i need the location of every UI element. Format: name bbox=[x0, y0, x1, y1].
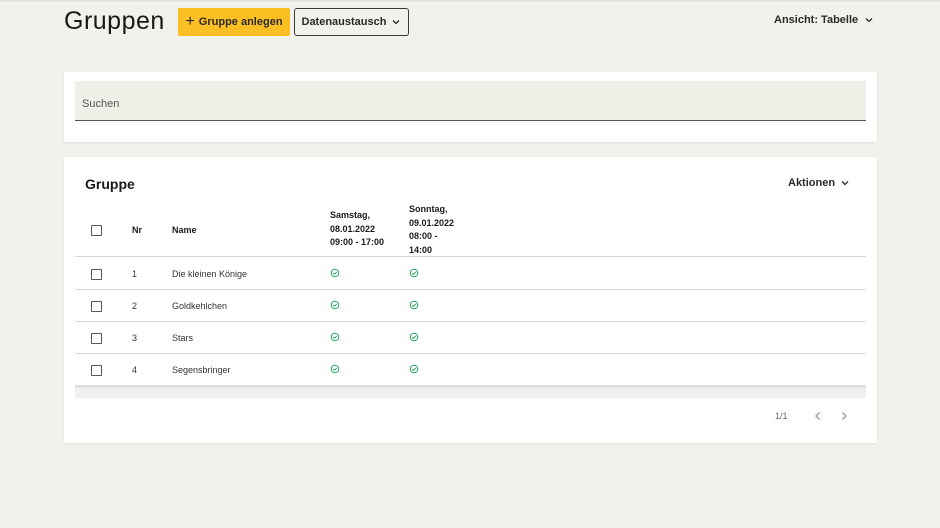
actions-dropdown[interactable]: Aktionen bbox=[788, 177, 850, 189]
plus-icon: + bbox=[185, 12, 195, 30]
page-title: Gruppen bbox=[64, 7, 165, 35]
day2-date: 09.01.2022 bbox=[409, 217, 455, 228]
row-name: Goldkehlchen bbox=[172, 301, 228, 311]
column-header-day2[interactable]: Sonntag, 09.01.2022 08:00 - 14:00 bbox=[409, 203, 454, 257]
table-row[interactable]: 3 Stars bbox=[75, 322, 866, 354]
row-nr: 4 bbox=[132, 365, 138, 375]
check-circle-icon bbox=[330, 300, 340, 310]
top-divider bbox=[0, 0, 940, 2]
row-name: Die kleinen Könige bbox=[172, 269, 248, 279]
groups-table-card: Gruppe Aktionen Nr Name Samstag, 08.01.2… bbox=[64, 157, 877, 443]
chevron-down-icon bbox=[865, 18, 873, 23]
column-header-day1[interactable]: Samstag, 08.01.2022 09:00 - 17:00 bbox=[330, 209, 384, 250]
horizontal-scrollbar[interactable] bbox=[75, 386, 866, 398]
day1-weekday: Samstag, bbox=[330, 210, 371, 220]
row-checkbox[interactable] bbox=[91, 301, 102, 312]
row-name: Stars bbox=[172, 333, 194, 343]
check-circle-icon bbox=[330, 268, 340, 278]
chevron-right-icon[interactable] bbox=[838, 410, 850, 422]
search-box bbox=[75, 81, 866, 121]
row-nr: 1 bbox=[132, 269, 138, 279]
check-circle-icon bbox=[409, 332, 419, 342]
column-header-name: Name bbox=[172, 225, 197, 235]
search-input[interactable] bbox=[75, 81, 866, 120]
view-toggle-label: Ansicht: Tabelle bbox=[774, 14, 859, 26]
actions-label: Aktionen bbox=[788, 177, 836, 189]
row-checkbox[interactable] bbox=[91, 269, 102, 280]
row-name: Segensbringer bbox=[172, 365, 231, 375]
check-circle-icon bbox=[409, 300, 419, 310]
view-toggle[interactable]: Ansicht: Tabelle bbox=[774, 14, 874, 26]
day2-time-end: 14:00 bbox=[409, 244, 433, 255]
check-circle-icon bbox=[330, 364, 340, 374]
row-nr: 3 bbox=[132, 333, 138, 343]
table-row[interactable]: 4 Segensbringer bbox=[75, 354, 866, 386]
column-header-nr: Nr bbox=[132, 225, 143, 235]
day2-weekday: Sonntag, bbox=[409, 204, 448, 214]
table-header: Nr Name Samstag, 08.01.2022 09:00 - 17:0… bbox=[75, 200, 866, 257]
data-exchange-button[interactable]: Datenaustausch bbox=[294, 8, 409, 36]
select-all-checkbox[interactable] bbox=[91, 225, 102, 236]
day1-time: 09:00 - 17:00 bbox=[330, 237, 385, 247]
add-group-label: Gruppe anlegen bbox=[198, 16, 283, 28]
check-circle-icon bbox=[330, 332, 340, 342]
chevron-down-icon bbox=[841, 181, 849, 186]
row-nr: 2 bbox=[132, 301, 138, 311]
day2-time-start: 08:00 - bbox=[409, 231, 438, 241]
chevron-down-icon bbox=[393, 20, 400, 25]
chevron-left-icon[interactable] bbox=[812, 410, 824, 422]
row-checkbox[interactable] bbox=[91, 365, 102, 376]
check-circle-icon bbox=[409, 268, 419, 278]
day1-date: 08.01.2022 bbox=[330, 223, 376, 234]
table-row[interactable]: 1 Die kleinen Könige bbox=[75, 258, 866, 290]
table-row[interactable]: 2 Goldkehlchen bbox=[75, 290, 866, 322]
table-title: Gruppe bbox=[85, 176, 135, 192]
check-circle-icon bbox=[409, 364, 419, 374]
add-group-button[interactable]: + Gruppe anlegen bbox=[178, 8, 290, 36]
row-checkbox[interactable] bbox=[91, 333, 102, 344]
search-card bbox=[64, 72, 877, 142]
pagination-status: 1/1 bbox=[775, 411, 788, 421]
data-exchange-label: Datenaustausch bbox=[301, 16, 387, 28]
